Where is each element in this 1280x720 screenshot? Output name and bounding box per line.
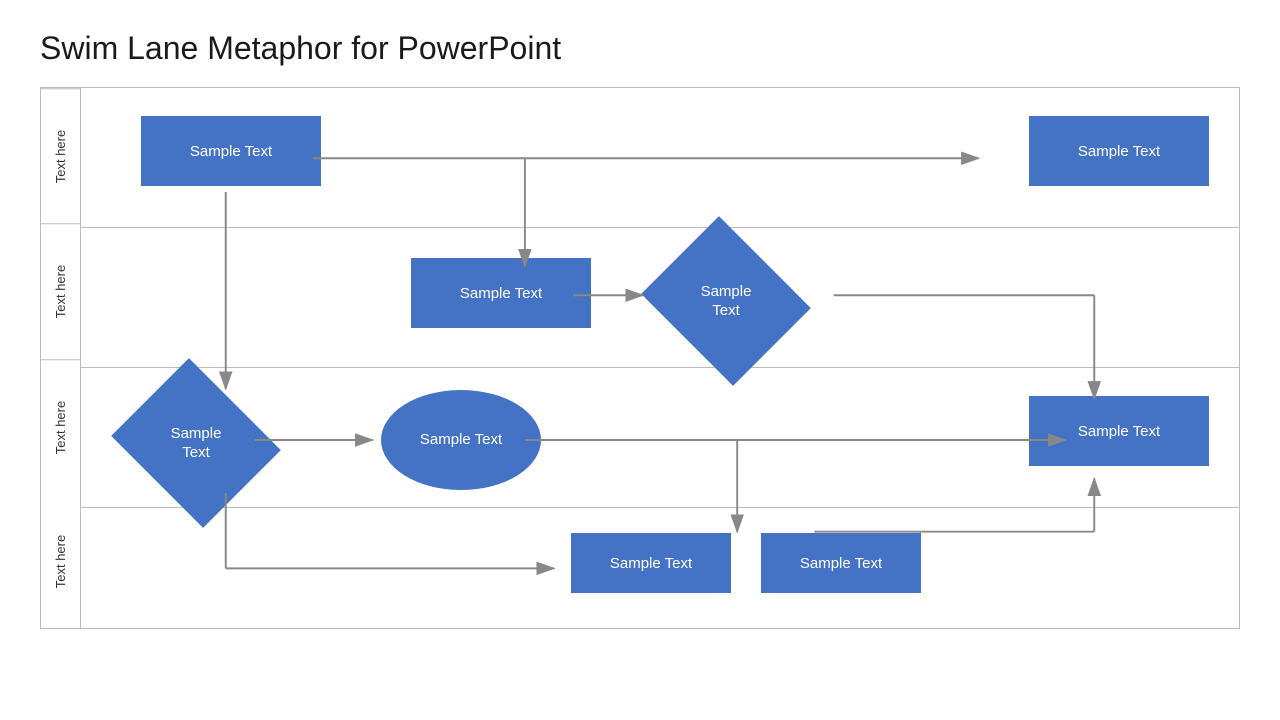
lane-row-2: Sample Text SampleText [81, 228, 1239, 368]
lane4-rect2: Sample Text [761, 533, 921, 593]
lane3-diamond-text: SampleText [171, 424, 222, 463]
lane2-rect1: Sample Text [411, 258, 591, 328]
lane4-rect1: Sample Text [571, 533, 731, 593]
lane3-diamond: SampleText [131, 388, 261, 498]
page: Swim Lane Metaphor for PowerPoint Text h… [0, 0, 1280, 649]
diagram-content: Sample Text Sample Text Sample Text Samp… [81, 88, 1239, 628]
lane-labels: Text here Text here Text here Text here [41, 88, 81, 628]
lane1-rect1: Sample Text [141, 116, 321, 186]
lane-row-1: Sample Text Sample Text [81, 88, 1239, 228]
lane-label-3: Text here [41, 359, 80, 494]
lane-label-1: Text here [41, 88, 80, 223]
lane-row-3: SampleText Sample Text Sample Text [81, 368, 1239, 508]
swim-lane-diagram: Text here Text here Text here Text here … [40, 87, 1240, 629]
lane2-diamond-text: SampleText [701, 282, 752, 321]
lane2-diamond: SampleText [661, 246, 791, 356]
lane1-rect2: Sample Text [1029, 116, 1209, 186]
lane3-rect: Sample Text [1029, 396, 1209, 466]
page-title: Swim Lane Metaphor for PowerPoint [40, 30, 1240, 67]
lane-label-4: Text here [41, 494, 80, 628]
lane-label-2: Text here [41, 223, 80, 358]
lane3-ellipse: Sample Text [381, 390, 541, 490]
lane-row-4: Sample Text Sample Text [81, 508, 1239, 648]
